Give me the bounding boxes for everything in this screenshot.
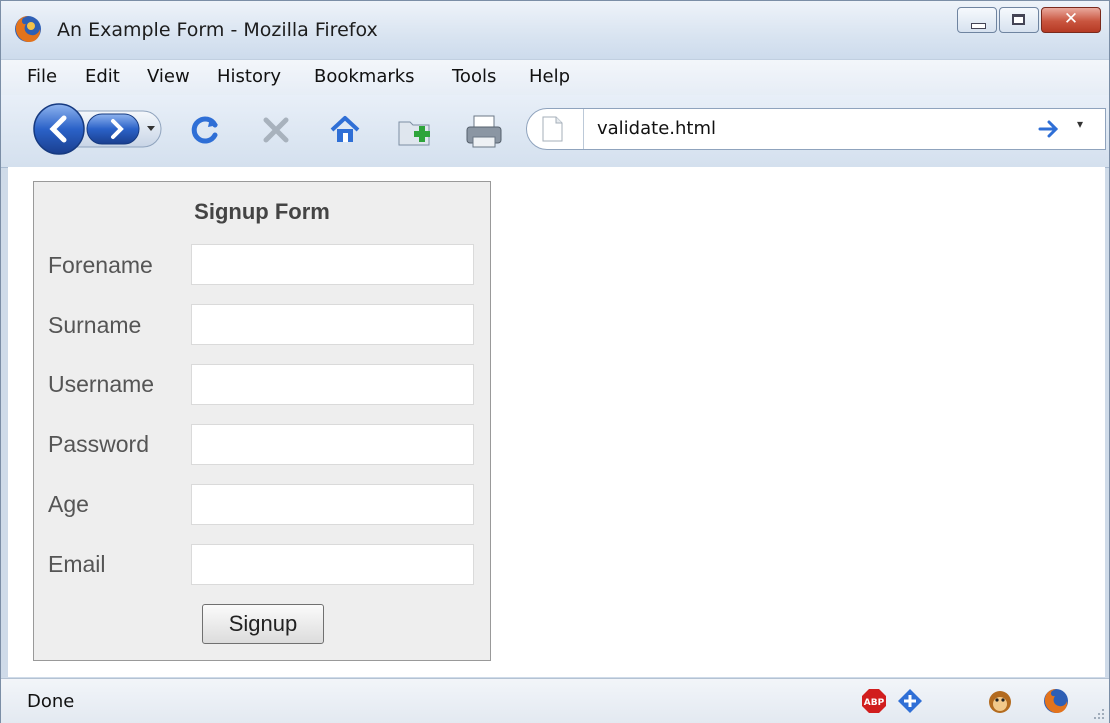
addon-plus-icon[interactable] [897,688,923,714]
go-arrow-icon[interactable] [1037,117,1061,141]
password-label: Password [48,431,149,457]
stop-icon[interactable] [259,113,293,147]
firefox-status-icon[interactable] [1043,688,1069,714]
firefox-icon [15,16,41,42]
username-label: Username [48,371,155,397]
url-history-dropdown-icon[interactable]: ▾ [1077,117,1083,131]
signup-button[interactable]: Signup [202,604,324,644]
window-controls: ✕ [955,7,1101,35]
surname-field[interactable] [191,304,474,345]
email-label: Email [48,551,106,577]
greasemonkey-icon[interactable] [987,688,1013,714]
menu-help[interactable]: Help [529,66,570,87]
form-title: Signup Form [194,199,330,224]
minimize-icon [971,23,986,29]
status-bar: Done ABP [1,678,1109,723]
window-title: An Example Form - Mozilla Firefox [57,19,378,41]
back-button[interactable] [33,103,85,155]
svg-text:ABP: ABP [864,698,885,708]
surname-label: Surname [48,312,142,338]
page-icon [542,116,563,142]
menu-bookmarks[interactable]: Bookmarks [314,66,415,87]
forename-field[interactable] [191,244,474,285]
address-bar[interactable]: validate.html ▾ [526,108,1106,150]
menu-file[interactable]: File [27,66,57,87]
print-icon[interactable] [464,113,504,151]
home-icon[interactable] [328,113,362,147]
close-button[interactable]: ✕ [1041,7,1101,33]
back-forward-group [33,103,162,155]
email-field[interactable] [191,544,474,585]
reload-icon[interactable] [188,113,222,147]
maximize-icon [1012,14,1025,25]
minimize-button[interactable] [957,7,997,33]
menu-edit[interactable]: Edit [85,66,120,87]
menu-bar: File Edit View History Bookmarks Tools H… [1,59,1109,96]
menu-view[interactable]: View [147,66,190,87]
menu-tools[interactable]: Tools [452,66,496,87]
close-icon: ✕ [1063,9,1079,29]
age-label: Age [48,491,89,517]
status-text: Done [27,691,75,712]
menu-history[interactable]: History [217,66,281,87]
title-bar: An Example Form - Mozilla Firefox ✕ [1,1,1109,59]
browser-window: An Example Form - Mozilla Firefox ✕ File… [0,0,1110,723]
url-input[interactable]: validate.html [597,118,716,139]
adblock-icon[interactable]: ABP [861,688,887,714]
signup-form: Signup Form Forename Surname Username Pa… [33,181,491,661]
forward-button[interactable] [86,113,140,145]
resize-grip-icon[interactable] [1093,708,1105,720]
password-field[interactable] [191,424,474,465]
url-separator [583,109,584,149]
username-field[interactable] [191,364,474,405]
new-folder-icon[interactable] [396,113,434,151]
forename-label: Forename [48,252,153,278]
maximize-button[interactable] [999,7,1039,33]
page-content: Signup Form Forename Surname Username Pa… [8,167,1105,677]
age-field[interactable] [191,484,474,525]
